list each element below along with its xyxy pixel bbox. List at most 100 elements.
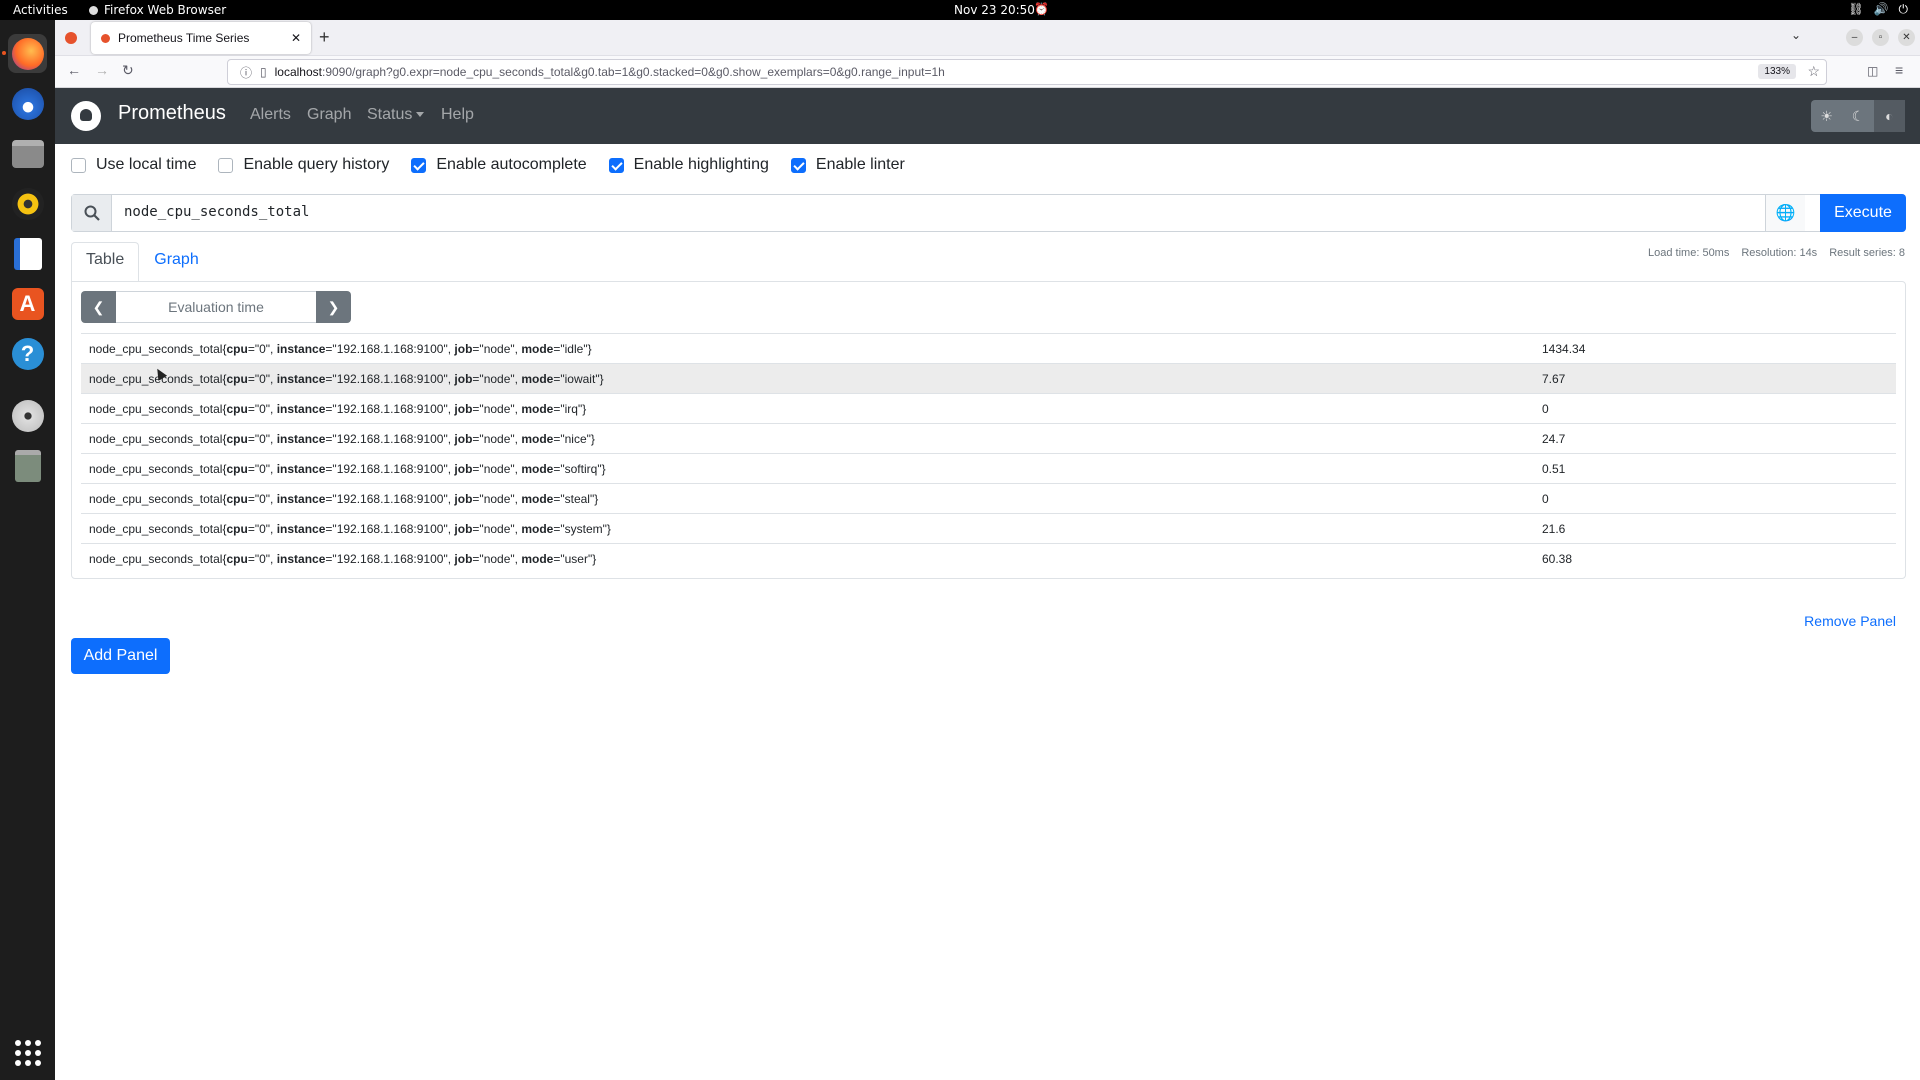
remove-panel-link[interactable]: Remove Panel (1804, 613, 1896, 629)
label-key: instance (276, 522, 326, 536)
label-punctuation: =" (325, 492, 337, 506)
label-punctuation: "} (587, 552, 597, 566)
prometheus-logo-icon[interactable] (71, 101, 101, 131)
checkbox[interactable] (608, 157, 624, 173)
option-linter[interactable]: Enable linter (790, 156, 905, 174)
close-window-icon[interactable]: ✕ (1898, 29, 1915, 46)
back-icon[interactable]: ← (67, 62, 81, 78)
series-label: node_cpu_seconds_total{cpu="0", instance… (89, 492, 598, 506)
disc-icon (11, 399, 44, 432)
chevron-right-icon[interactable]: ❯ (316, 291, 351, 323)
dark-theme-icon[interactable]: ☾ (1842, 100, 1873, 132)
nav-status[interactable]: Status (367, 106, 425, 124)
light-theme-icon[interactable]: ☀ (1811, 100, 1842, 132)
tab-graph[interactable]: Graph (139, 242, 213, 282)
label-key: cpu (226, 552, 248, 566)
label-value: nice (564, 432, 587, 446)
dock-trash[interactable] (8, 446, 47, 485)
system-tray[interactable]: ⛓ 🔊 ⏻ (1848, 2, 1908, 17)
label-value: 0 (259, 462, 266, 476)
url-bar[interactable]: ⓘ ▯ localhost:9090/graph?g0.expr=node_cp… (227, 59, 1827, 85)
label-value: node_cpu_seconds_total (89, 522, 223, 536)
auto-theme-icon[interactable]: ◐ (1873, 100, 1905, 132)
new-tab-button[interactable]: + (319, 27, 330, 48)
list-all-tabs-icon[interactable]: ⌄ (1791, 28, 1801, 42)
close-tab-icon[interactable]: ✕ (291, 31, 301, 45)
table-row: node_cpu_seconds_total{cpu="0", instance… (81, 543, 1896, 573)
dock-dvd[interactable] (8, 396, 47, 435)
menu-icon[interactable]: ≡ (1895, 62, 1903, 78)
label-punctuation: ", (510, 402, 522, 416)
series-value: 1434.34 (1542, 342, 1586, 356)
table-row: node_cpu_seconds_total{cpu="0", instance… (81, 363, 1896, 393)
pocket-icon[interactable]: ◫ (1867, 64, 1878, 78)
label-value: idle (564, 342, 584, 356)
label-key: instance (276, 552, 326, 566)
site-info-icon[interactable]: ⓘ (240, 64, 252, 81)
dock-firefox[interactable] (8, 34, 47, 73)
label-value: node (483, 492, 511, 506)
label-key: mode (521, 402, 554, 416)
label-punctuation: =" (325, 432, 337, 446)
evaluation-time-input[interactable]: Evaluation time (116, 291, 316, 323)
label-value: system (564, 522, 603, 536)
chevron-left-icon[interactable]: ❮ (81, 291, 116, 323)
forward-icon[interactable]: → (95, 62, 109, 78)
option-use-local-time[interactable]: Use local time (71, 156, 196, 174)
label-key: job (454, 432, 473, 446)
evaluation-time-picker: ❮ Evaluation time ❯ (81, 291, 351, 323)
brand-link[interactable]: Prometheus (118, 102, 226, 125)
option-autocomplete[interactable]: Enable autocomplete (411, 156, 587, 174)
dock-files[interactable] (8, 134, 47, 173)
table-row: node_cpu_seconds_total{cpu="0", instance… (81, 483, 1896, 513)
checkbox[interactable] (71, 157, 86, 173)
dock-thunderbird[interactable] (8, 84, 47, 123)
maximize-icon[interactable]: ▫ (1872, 29, 1889, 46)
execute-button[interactable]: Execute (1820, 194, 1906, 232)
series-value: 60.38 (1542, 552, 1573, 566)
nav-alerts[interactable]: Alerts (250, 106, 291, 124)
expression-input[interactable]: node_cpu_seconds_total (124, 204, 309, 220)
metrics-explorer-icon[interactable]: 🌐 (1765, 195, 1805, 231)
checkbox[interactable] (790, 157, 806, 173)
app-menu-label: Firefox Web Browser (104, 3, 227, 17)
dock-software[interactable]: A (8, 284, 47, 323)
clock[interactable]: Nov 23 20:50 (954, 3, 1035, 17)
label-punctuation: ", (443, 522, 455, 536)
label-key: job (454, 492, 473, 506)
label-punctuation: ", (265, 462, 277, 476)
show-apps-icon[interactable] (15, 1040, 41, 1066)
nav-help[interactable]: Help (441, 106, 474, 124)
label-value: user (564, 552, 588, 566)
dock-help[interactable]: ? (8, 334, 47, 373)
label-punctuation: ", (265, 522, 277, 536)
checkbox[interactable] (411, 157, 427, 173)
checkbox[interactable] (218, 157, 234, 173)
label-value: 192.168.1.168:9100 (336, 342, 444, 356)
label-punctuation: "} (602, 522, 611, 536)
navigation-toolbar: ← → ↻ ⓘ ▯ localhost:9090/graph?g0.expr=n… (55, 56, 1920, 88)
bookmark-star-icon[interactable]: ☆ (1807, 63, 1820, 80)
firefox-small-icon (89, 5, 98, 15)
add-panel-button[interactable]: Add Panel (71, 638, 170, 674)
dock-writer[interactable] (8, 234, 47, 273)
table-row: node_cpu_seconds_total{cpu="0", instance… (81, 453, 1896, 483)
dock-rhythmbox[interactable] (8, 184, 47, 223)
tab-table[interactable]: Table (71, 242, 140, 282)
zoom-indicator[interactable]: 133% (1758, 64, 1796, 79)
nav-graph[interactable]: Graph (307, 106, 351, 124)
app-menu[interactable]: Firefox Web Browser (89, 3, 226, 17)
pinned-tab-icon[interactable] (65, 32, 77, 44)
network-icon: ⛓ (1848, 2, 1864, 16)
label-punctuation: ", (265, 402, 277, 416)
option-highlighting[interactable]: Enable highlighting (608, 156, 769, 174)
label-punctuation: "} (577, 402, 587, 416)
label-value: steal (564, 492, 590, 506)
option-query-history[interactable]: Enable query history (218, 156, 389, 174)
power-icon: ⏻ (1898, 2, 1909, 16)
series-value: 21.6 (1542, 522, 1566, 536)
reload-icon[interactable]: ↻ (122, 62, 134, 79)
browser-tab-active[interactable]: Prometheus Time Series ✕ (91, 22, 311, 54)
activities-button[interactable]: Activities (13, 3, 68, 17)
minimize-icon[interactable]: – (1846, 29, 1863, 46)
